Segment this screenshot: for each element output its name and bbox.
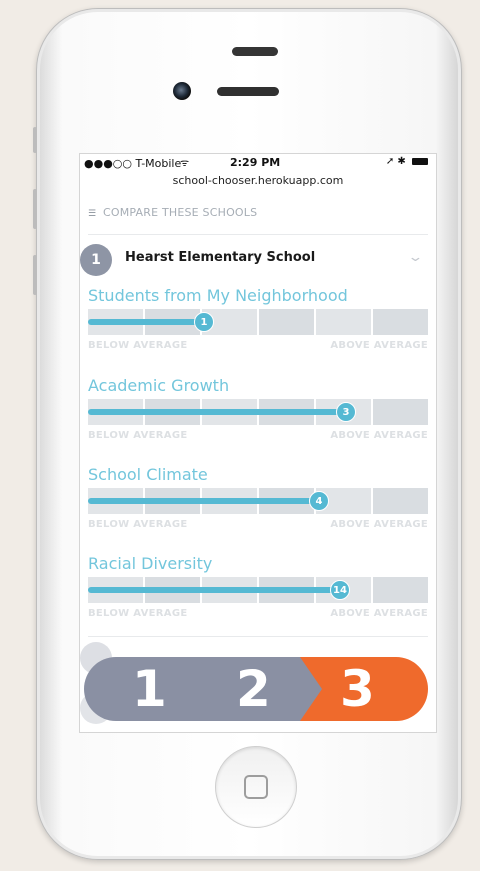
home-button[interactable] (215, 746, 297, 828)
metric-value-marker[interactable]: 4 (309, 491, 329, 511)
earpiece (217, 87, 279, 96)
metric-label: Academic Growth (88, 376, 230, 395)
list-icon: ☰ (88, 209, 97, 219)
step-1-number[interactable]: 1 (132, 659, 167, 719)
chevron-down-icon[interactable]: ⌄ (407, 250, 423, 265)
above-average-label: ABOVE AVERAGE (330, 519, 428, 530)
home-square-icon (244, 775, 268, 799)
below-average-label: BELOW AVERAGE (88, 340, 188, 351)
step-2-number[interactable]: 2 (236, 659, 271, 719)
url-bar[interactable]: school-chooser.herokuapp.com (80, 174, 436, 187)
metric-row: Academic Growth 3 BELOW AVERAGE ABOVE AVERA… (88, 376, 428, 446)
track-segment (373, 309, 428, 335)
wifi-icon: ᯤ (180, 158, 190, 169)
carrier-label: ●●●○○ T-Mobile (84, 157, 182, 170)
metric-row: Racial Diversity 14 BELOW AVERAGE ABOVE AVE… (88, 554, 428, 624)
compare-header[interactable]: ☰ COMPARE THESE SCHOOLS (88, 206, 257, 219)
top-speaker (232, 47, 278, 56)
front-camera-icon (173, 82, 191, 100)
metric-value-marker[interactable]: 1 (194, 312, 214, 332)
metric-value-marker[interactable]: 3 (336, 402, 356, 422)
metric-value-marker[interactable]: 14 (330, 580, 350, 600)
metric-fill (88, 319, 204, 325)
phone-screen: ●●●○○ T-Mobile ᯤ 2:29 PM ➚ ✱ school-choo… (79, 153, 437, 733)
metric-label: School Climate (88, 465, 208, 484)
track-segment (373, 577, 428, 603)
school-number-badge: 1 (80, 244, 112, 276)
divider (88, 234, 428, 235)
metric-label: Racial Diversity (88, 554, 213, 573)
status-bar: ●●●○○ T-Mobile ᯤ 2:29 PM ➚ ✱ (80, 154, 436, 172)
below-average-label: BELOW AVERAGE (88, 519, 188, 530)
below-average-label: BELOW AVERAGE (88, 608, 188, 619)
above-average-label: ABOVE AVERAGE (330, 608, 428, 619)
metric-fill (88, 498, 319, 504)
track-segment (373, 399, 428, 425)
metric-row: Students from My Neighborhood 1 BELOW AVER… (88, 286, 428, 356)
metric-label: Students from My Neighborhood (88, 286, 348, 305)
compare-label: COMPARE THESE SCHOOLS (102, 206, 258, 219)
volume-up-button (33, 189, 37, 229)
track-segment (259, 309, 314, 335)
location-bluetooth-icons: ➚ ✱ (385, 156, 406, 167)
step-3-number[interactable]: 3 (340, 659, 375, 719)
metric-fill (88, 587, 340, 593)
track-segment (373, 488, 428, 514)
metric-fill (88, 409, 346, 415)
status-right-icons: ➚ ✱ (386, 156, 428, 167)
track-segment (316, 309, 371, 335)
school-name[interactable]: Hearst Elementary School (125, 250, 315, 265)
divider (88, 636, 428, 637)
battery-icon (412, 157, 428, 165)
above-average-label: ABOVE AVERAGE (330, 340, 428, 351)
step-indicator: 1 2 3 (84, 657, 428, 721)
above-average-label: ABOVE AVERAGE (330, 430, 428, 441)
mute-switch (33, 127, 37, 153)
metric-row: School Climate 4 BELOW AVERAGE ABOVE AVERAG… (88, 465, 428, 535)
volume-down-button (33, 255, 37, 295)
below-average-label: BELOW AVERAGE (88, 430, 188, 441)
clock: 2:29 PM (230, 156, 281, 169)
